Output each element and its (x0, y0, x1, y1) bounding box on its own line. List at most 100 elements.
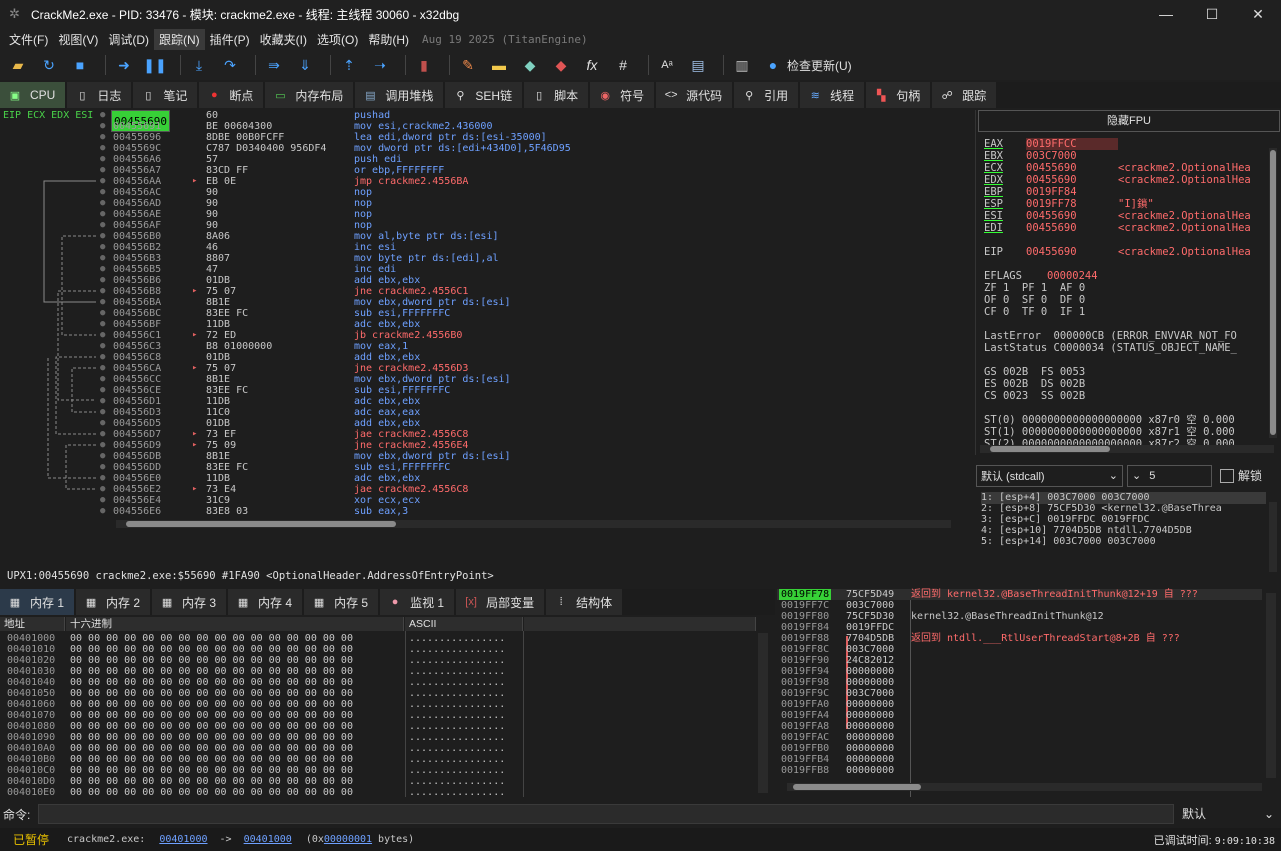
dump-row[interactable]: 004010C0 00 00 00 00 00 00 00 00 00 00 00… (0, 765, 755, 776)
status-to-address[interactable]: 00401000 (244, 834, 292, 845)
tab-memory-map[interactable]: ▭ 内存布局 (265, 82, 356, 108)
calculator-icon[interactable]: ▤ (686, 53, 710, 77)
execute-till-return-icon[interactable]: ⇡ (337, 53, 361, 77)
register-line[interactable]: EDX 00455690 <crackme2.OptionalHea (984, 174, 1251, 186)
register-line[interactable]: ESI 00455690 <crackme2.OptionalHea (984, 210, 1251, 222)
register-value[interactable]: 00455690 (1026, 174, 1118, 186)
trace-over-icon[interactable]: ⇓ (293, 53, 317, 77)
register-value[interactable]: 00455690 (1026, 246, 1118, 258)
bookmark-icon[interactable]: ◆ (549, 53, 573, 77)
breakpoint-dot[interactable]: ● (100, 363, 105, 374)
tab-seh-chain[interactable]: ⚲ SEH链 (445, 82, 525, 108)
register-line[interactable]: ES 002B DS 002B (984, 378, 1085, 390)
function-icon[interactable]: fx (580, 53, 604, 77)
menu-help[interactable]: 帮助(H) (363, 29, 414, 50)
register-line[interactable]: ZF 1 PF 1 AF 0 (984, 282, 1085, 294)
register-line[interactable]: EFLAGS 00000244 (984, 270, 1139, 282)
registers-vscroll-thumb[interactable] (1270, 150, 1276, 435)
menu-plugins[interactable]: 插件(P) (205, 29, 255, 50)
breakpoint-dot[interactable]: ● (100, 121, 105, 132)
disasm-row[interactable]: ● 004556E6 83E8 03 sub eax,3 (0, 506, 955, 517)
run-icon[interactable]: ➜ (112, 53, 136, 77)
dump-hex[interactable]: 00 00 00 00 00 00 00 00 00 00 00 00 00 0… (70, 787, 353, 798)
menu-file[interactable]: 文件(F) (4, 29, 53, 50)
dump-row[interactable]: 00401050 00 00 00 00 00 00 00 00 00 00 00… (0, 688, 755, 699)
breakpoint-dot[interactable]: ● (100, 286, 105, 297)
stack-row[interactable]: 0019FF90 24C82012 (777, 655, 1262, 666)
register-value[interactable]: 0019FF84 (1026, 186, 1118, 198)
breakpoint-dot[interactable]: ● (100, 308, 105, 319)
stack-vscroll[interactable] (1266, 593, 1276, 778)
disasm-row[interactable]: ● 0045569C C787 D0340400 956DF4 mov dword p… (0, 143, 955, 154)
disasm-row[interactable]: ● 004556C8 01DB add ebx,ebx (0, 352, 955, 363)
stack-value[interactable]: 00000000 (846, 666, 894, 677)
disasm-row[interactable]: EIP ECX EDX ESI ● 00455690 60 pushad (0, 110, 955, 132)
breakpoint-dot[interactable]: ● (100, 110, 105, 121)
dump-row[interactable]: 004010D0 00 00 00 00 00 00 00 00 00 00 00… (0, 776, 755, 787)
disasm-row[interactable]: ● 004556C1 ▸ 72 ED jb crackme2.4556B0 (0, 330, 955, 341)
disasm-row[interactable]: ● 004556BF 11DB adc ebx,ebx (0, 319, 955, 330)
stack-row[interactable]: 0019FF7C 003C7000 (777, 600, 1262, 611)
stack-row[interactable]: 0019FF98 00000000 (777, 677, 1262, 688)
dump-hex[interactable]: 00 00 00 00 00 00 00 00 00 00 00 00 00 0… (70, 743, 353, 754)
disasm-row[interactable]: ● 004556D3 11C0 adc eax,eax (0, 407, 955, 418)
breakpoint-dot[interactable]: ● (100, 462, 105, 473)
tab-dump-1[interactable]: ▦ 内存 1 (0, 589, 77, 615)
stack-arguments[interactable]: 1: [esp+4] 003C7000 003C7000 2: [esp+8] 7… (976, 490, 1281, 575)
stack-value[interactable]: 0019FFDC (846, 622, 894, 633)
disasm-row[interactable]: ● 004556A7 83CD FF or ebp,FFFFFFFF (0, 165, 955, 176)
tab-threads[interactable]: ≋ 线程 (800, 82, 867, 108)
restart-icon[interactable]: ↻ (37, 53, 61, 77)
dump-ascii[interactable]: ................ (409, 655, 505, 666)
register-line[interactable]: ST(0) 0000000000000000000 x87r0 空 0.000 (984, 414, 1235, 426)
dump-hex[interactable]: 00 00 00 00 00 00 00 00 00 00 00 00 00 0… (70, 677, 353, 688)
register-line[interactable]: ST(1) 0000000000000000000 x87r1 空 0.000 (984, 426, 1235, 438)
disasm-row[interactable]: ● 004556B5 47 inc edi (0, 264, 955, 275)
disasm-row[interactable]: ● 004556D9 ▸ 75 09 jne crackme2.4556E4 (0, 440, 955, 451)
disasm-row[interactable]: ● 004556AD 90 nop (0, 198, 955, 209)
stack-hscroll-thumb[interactable] (793, 784, 921, 790)
stack-value[interactable]: 003C7000 (846, 688, 894, 699)
breakpoint-dot[interactable]: ● (100, 352, 105, 363)
breakpoint-dot[interactable]: ● (100, 385, 105, 396)
dump-ascii[interactable]: ................ (409, 732, 505, 743)
register-value[interactable]: 00455690 (1026, 222, 1118, 234)
stack-row[interactable]: 0019FFB0 00000000 (777, 743, 1262, 754)
dump-row[interactable]: 00401000 00 00 00 00 00 00 00 00 00 00 00… (0, 633, 755, 644)
disasm-hscroll-thumb[interactable] (126, 521, 396, 527)
dump-ascii[interactable]: ................ (409, 644, 505, 655)
breakpoint-dot[interactable]: ● (100, 253, 105, 264)
tab-notes[interactable]: ▯ 笔记 (133, 82, 200, 108)
dump-hex[interactable]: 00 00 00 00 00 00 00 00 00 00 00 00 00 0… (70, 633, 353, 644)
dump-hex[interactable]: 00 00 00 00 00 00 00 00 00 00 00 00 00 0… (70, 765, 353, 776)
memo-icon[interactable]: ▥ (730, 53, 754, 77)
stack-value[interactable]: 00000000 (846, 710, 894, 721)
dump-hex[interactable]: 00 00 00 00 00 00 00 00 00 00 00 00 00 0… (70, 710, 353, 721)
maximize-button[interactable]: ☐ (1189, 0, 1235, 28)
register-line[interactable]: ESP 0019FF78 "I]鎖" (984, 198, 1154, 210)
registers-hscroll-thumb[interactable] (990, 446, 1110, 452)
register-value[interactable]: 00000244 (1047, 270, 1139, 282)
stack-row[interactable]: 0019FFAC 00000000 (777, 732, 1262, 743)
stack-value[interactable]: 00000000 (846, 677, 894, 688)
breakpoint-dot[interactable]: ● (100, 198, 105, 209)
tab-dump-4[interactable]: ▦ 内存 4 (228, 589, 305, 615)
dump-hex[interactable]: 00 00 00 00 00 00 00 00 00 00 00 00 00 0… (70, 699, 353, 710)
tab-symbols[interactable]: ◉ 符号 (590, 82, 657, 108)
stack-row[interactable]: 0019FF84 0019FFDC (777, 622, 1262, 633)
disasm-row[interactable]: ● 004556B3 8807 mov byte ptr ds:[edi],al (0, 253, 955, 264)
disasm-row[interactable]: ● 004556CE 83EE FC sub esi,FFFFFFFC (0, 385, 955, 396)
stack-row[interactable]: 0019FF88 7704D5DB 返回到 ntdll.___RtlUserThre… (777, 633, 1262, 644)
disasm-row[interactable]: ● 004556AA ▸ EB 0E jmp crackme2.4556BA (0, 176, 955, 187)
stack-value[interactable]: 00000000 (846, 732, 894, 743)
dump-ascii[interactable]: ................ (409, 699, 505, 710)
dump-row[interactable]: 00401030 00 00 00 00 00 00 00 00 00 00 00… (0, 666, 755, 677)
breakpoint-dot[interactable]: ● (100, 473, 105, 484)
registers-panel[interactable]: 隐藏FPU EAX 0019FFCC EBX 003C7000 ECX 00455690 <… (975, 110, 1281, 455)
disasm-row[interactable]: ● 004556D7 ▸ 73 EF jae crackme2.4556C8 (0, 429, 955, 440)
dump-hex[interactable]: 00 00 00 00 00 00 00 00 00 00 00 00 00 0… (70, 721, 353, 732)
breakpoint-dot[interactable]: ● (100, 132, 105, 143)
breakpoint-dot[interactable]: ● (100, 407, 105, 418)
stack-row[interactable]: 0019FFA4 00000000 (777, 710, 1262, 721)
stop-icon[interactable]: ■ (68, 53, 92, 77)
